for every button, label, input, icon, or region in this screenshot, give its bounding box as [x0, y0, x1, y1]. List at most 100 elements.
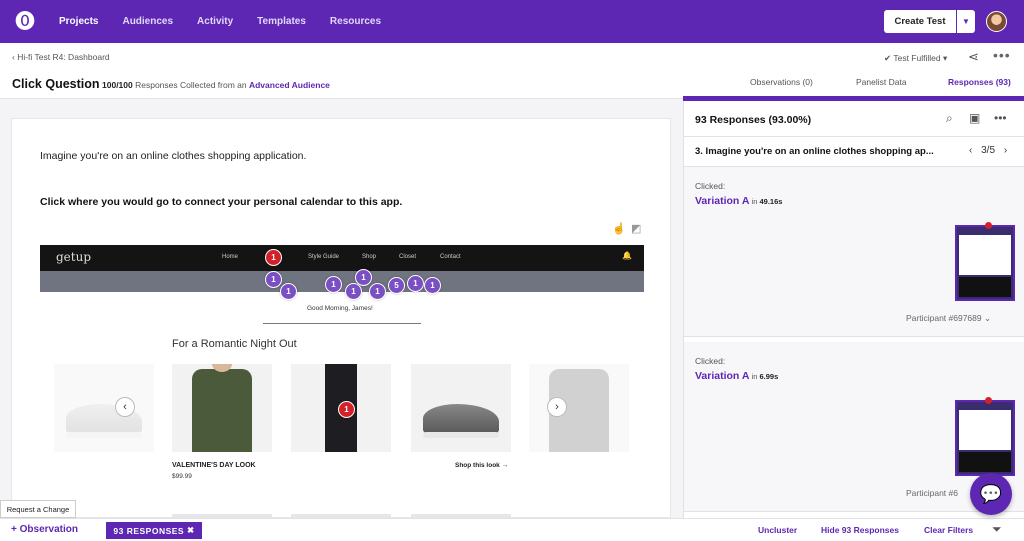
- product-gray-shirt: [529, 364, 629, 452]
- responses-badge-label: 93 RESPONSES: [113, 525, 185, 536]
- participant-label: Participant #6: [906, 488, 958, 498]
- response-item[interactable]: Clicked: Variation A in 49.16s Participa…: [684, 167, 1024, 337]
- shop-this-look-link: Shop this look →: [455, 462, 509, 469]
- request-change-button[interactable]: Request a Change: [0, 500, 76, 518]
- question-selector: 3. Imagine you're on an online clothes s…: [684, 137, 1024, 167]
- question-prompt: Imagine you're on an online clothes shop…: [40, 150, 307, 162]
- uncluster-button[interactable]: Uncluster: [758, 525, 797, 535]
- click-pin[interactable]: 5: [388, 277, 405, 294]
- carousel-next-icon[interactable]: ›: [547, 397, 567, 417]
- in-label: in: [749, 372, 760, 381]
- test-status-label: Test Fulfilled: [893, 53, 941, 63]
- comment-icon[interactable]: ▣: [969, 111, 980, 125]
- in-label: in: [749, 197, 760, 206]
- filter-icon[interactable]: ⏷: [992, 522, 1002, 537]
- product-green-shirt: [172, 364, 272, 452]
- more-options-icon[interactable]: •••: [993, 47, 1011, 63]
- product-price: $99.99: [172, 473, 192, 480]
- hide-responses-button[interactable]: Hide 93 Responses: [821, 525, 899, 535]
- shop-link-label: Shop this look: [455, 462, 500, 469]
- nav-resources[interactable]: Resources: [330, 16, 381, 27]
- pager-label: 3/5: [981, 145, 996, 156]
- responses-panel-header: 93 Responses (93.00%) ⌕ ▣ •••: [684, 101, 1024, 137]
- search-icon[interactable]: ⌕: [946, 111, 953, 126]
- clicked-label: Clicked:: [695, 181, 726, 191]
- cursor-toggle-icon[interactable]: ☝: [612, 222, 626, 235]
- user-avatar[interactable]: [986, 11, 1007, 32]
- nav-templates[interactable]: Templates: [257, 16, 306, 27]
- create-test-button[interactable]: Create Test: [884, 10, 956, 33]
- click-pin[interactable]: 1: [265, 271, 282, 288]
- add-observation-button[interactable]: + Observation: [11, 524, 78, 535]
- variation-label[interactable]: Variation A: [695, 195, 749, 207]
- click-pin[interactable]: 1: [424, 277, 441, 294]
- preview-bell-icon: 🔔: [622, 251, 632, 260]
- preview-search-bar: [40, 271, 644, 292]
- preview-logo: getup: [56, 250, 92, 264]
- chevron-left-icon[interactable]: ‹: [969, 145, 972, 156]
- nav-activity[interactable]: Activity: [197, 16, 233, 27]
- question-selector-label: 3. Imagine you're on an online clothes s…: [695, 146, 934, 157]
- responses-filter-badge[interactable]: 93 RESPONSES ✖: [106, 522, 202, 539]
- preview-nav-style-guide: Style Guide: [308, 254, 340, 260]
- click-thumbnail[interactable]: [955, 400, 1015, 476]
- breadcrumb-label[interactable]: Hi-fi Test R4: Dashboard: [17, 52, 109, 62]
- variation-label[interactable]: Variation A: [695, 370, 749, 382]
- nav-audiences[interactable]: Audiences: [122, 16, 173, 27]
- nav-projects[interactable]: Projects: [59, 16, 98, 27]
- click-pin[interactable]: 1: [338, 401, 355, 418]
- tab-panelist-data[interactable]: Panelist Data: [856, 77, 907, 87]
- response-time: 49.16s: [759, 197, 783, 206]
- product-shoe-light: [54, 364, 154, 452]
- tab-responses[interactable]: Responses (93): [948, 77, 1011, 87]
- participant-dropdown[interactable]: Participant #6: [906, 488, 958, 498]
- participant-dropdown[interactable]: Participant #697689 ⌄: [906, 313, 991, 324]
- product-gray-shoe: [411, 364, 511, 452]
- carousel-prev-icon[interactable]: ‹: [115, 397, 135, 417]
- variation-link[interactable]: Variation A in 6.99s: [695, 370, 778, 382]
- question-pager: ‹ 3/5 ›: [969, 145, 1007, 156]
- preview-section-title: For a Romantic Night Out: [172, 338, 297, 350]
- participant-label: Participant #697689: [906, 313, 982, 323]
- preview-nav-shop: Shop: [362, 254, 377, 260]
- preview-nav-closet: Closet: [399, 254, 417, 260]
- more-options-icon[interactable]: •••: [994, 111, 1007, 125]
- responses-panel: 93 Responses (93.00%) ⌕ ▣ ••• 3. Imagine…: [683, 101, 1024, 518]
- test-status-dropdown[interactable]: ✔ Test Fulfilled ▾: [884, 53, 947, 64]
- click-pin[interactable]: 1: [325, 276, 342, 293]
- app-logo-icon[interactable]: 🄌: [15, 11, 37, 33]
- chevron-right-icon[interactable]: ›: [1004, 145, 1007, 156]
- divider: [263, 323, 421, 324]
- responses-count: 100: [102, 80, 117, 90]
- close-icon[interactable]: ✖: [187, 525, 195, 536]
- click-marker: [985, 397, 992, 404]
- create-test-dropdown-icon[interactable]: ▼: [957, 10, 975, 33]
- click-pin[interactable]: 1: [345, 283, 362, 300]
- expand-icon[interactable]: ◩: [631, 222, 641, 235]
- preview-app-bar: getup Home Style Guide Shop Closet Conta…: [40, 245, 644, 271]
- responses-text: Responses Collected from an: [132, 80, 249, 90]
- click-thumbnail[interactable]: [955, 225, 1015, 301]
- breadcrumb[interactable]: ‹ Hi-fi Test R4: Dashboard: [12, 52, 110, 62]
- responses-count-label: 93 Responses (93.00%): [695, 114, 812, 126]
- bottom-toolbar: + Observation 93 RESPONSES ✖ Uncluster H…: [0, 518, 1024, 541]
- question-card: Imagine you're on an online clothes shop…: [11, 118, 671, 518]
- audience-link[interactable]: Advanced Audience: [249, 80, 330, 90]
- click-pin[interactable]: 1: [369, 283, 386, 300]
- share-icon[interactable]: ⋖: [968, 49, 979, 65]
- chat-icon[interactable]: 💬: [970, 473, 1012, 515]
- preview-nav-contact: Contact: [440, 254, 461, 260]
- variation-link[interactable]: Variation A in 49.16s: [695, 195, 782, 207]
- product-title: VALENTINE'S DAY LOOK: [172, 462, 256, 469]
- click-pin[interactable]: 1: [407, 275, 424, 292]
- tab-observations[interactable]: Observations (0): [750, 77, 813, 87]
- click-pin[interactable]: 1: [355, 269, 372, 286]
- click-pin[interactable]: 1: [265, 249, 282, 266]
- preview-greeting: Good Morning, James!: [307, 305, 373, 312]
- question-task: Click where you would go to connect your…: [40, 196, 403, 208]
- page-title: Click Question: [12, 77, 100, 91]
- click-pin[interactable]: 1: [280, 283, 297, 300]
- responses-total: /100: [116, 80, 133, 90]
- clear-filters-button[interactable]: Clear Filters: [924, 525, 973, 535]
- top-navigation: 🄌 Projects Audiences Activity Templates …: [0, 0, 1024, 43]
